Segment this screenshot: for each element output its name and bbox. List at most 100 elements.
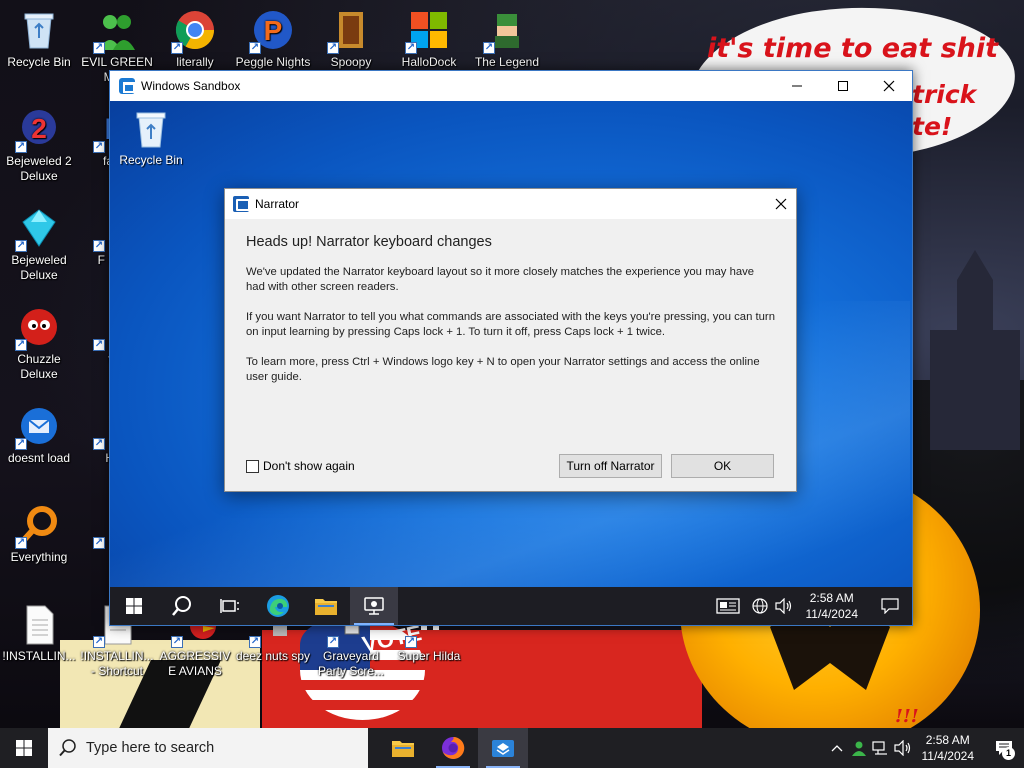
svg-text:P: P xyxy=(264,15,283,46)
start-button[interactable] xyxy=(0,728,48,768)
host-clock-time: 2:58 AM xyxy=(925,733,970,747)
icon-label: Recycle Bin xyxy=(7,55,71,69)
network-tray-button[interactable] xyxy=(870,728,892,768)
windows-sandbox-taskbar-button[interactable] xyxy=(478,728,528,768)
sandbox-edge-button[interactable] xyxy=(254,587,302,625)
icon-label: literally xyxy=(176,55,214,69)
sandbox-news-button[interactable] xyxy=(708,587,748,625)
icon-label: Everything xyxy=(10,550,68,564)
volume-tray-button[interactable] xyxy=(892,728,914,768)
sandbox-task-view-button[interactable] xyxy=(206,587,254,625)
network-icon xyxy=(871,741,887,755)
shortcut-arrow-icon: ↗ xyxy=(15,141,27,153)
shortcut-arrow-icon: ↗ xyxy=(405,42,417,54)
checkbox-box[interactable] xyxy=(246,459,259,473)
show-hidden-icons-button[interactable] xyxy=(826,728,848,768)
desktop-icon-literally[interactable]: ↗ literally xyxy=(156,8,234,70)
sandbox-notification-button[interactable] xyxy=(868,587,912,625)
chevron-up-icon xyxy=(831,745,842,752)
shortcut-arrow-icon: ↗ xyxy=(405,636,417,648)
taskbar-search-box[interactable]: Type here to search xyxy=(48,728,368,768)
volume-icon xyxy=(774,598,791,614)
dont-show-again-checkbox[interactable]: Don't show again xyxy=(246,459,355,473)
shortcut-arrow-icon: ↗ xyxy=(93,339,105,351)
desktop-icon-recycle-bin[interactable]: Recycle Bin xyxy=(0,8,78,70)
host-taskbar: Type here to search 2:58 AM 11/4/2024 1 xyxy=(0,728,1024,768)
shortcut-arrow-icon: ↗ xyxy=(15,537,27,549)
host-clock-date: 11/4/2024 xyxy=(921,749,975,763)
sandbox-system-tray: 2:58 AM 11/4/2024 xyxy=(708,587,913,625)
sandbox-volume-button[interactable] xyxy=(772,587,796,625)
spoopy-icon: ↗ xyxy=(327,8,373,54)
notification-icon xyxy=(881,598,899,614)
chrome-icon: ↗ xyxy=(171,8,217,54)
icon-label: Spoopy xyxy=(330,55,372,69)
narrator-title: Narrator xyxy=(255,197,300,211)
desktop-icon-chuzzle[interactable]: ↗ Chuzzle Deluxe xyxy=(0,305,78,382)
icon-label: The Legend xyxy=(474,55,540,69)
sandbox-file-explorer-button[interactable] xyxy=(302,587,350,625)
desktop-icon-everything[interactable]: ↗ Everything xyxy=(0,503,78,565)
volume-icon xyxy=(893,740,910,756)
icon-label: HalloDock xyxy=(401,55,457,69)
shortcut-arrow-icon: ↗ xyxy=(93,537,105,549)
narrator-titlebar[interactable]: Narrator xyxy=(225,189,796,219)
shortcut-arrow-icon: ↗ xyxy=(327,42,339,54)
sandbox-clock-time: 2:58 AM xyxy=(809,591,854,605)
maximize-button[interactable] xyxy=(820,71,866,101)
maximize-icon xyxy=(838,81,848,91)
notification-count-badge: 1 xyxy=(1002,747,1015,760)
icon-label: AGGRESSIVE AVIANS xyxy=(159,649,231,678)
close-icon xyxy=(883,80,895,92)
turn-off-narrator-button[interactable]: Turn off Narrator xyxy=(559,454,662,478)
the-legend-icon: ↗ xyxy=(483,8,529,54)
file-explorer-taskbar-button[interactable] xyxy=(378,728,428,768)
sandbox-start-button[interactable] xyxy=(110,587,158,625)
task-view-icon xyxy=(220,599,239,613)
desktop-icon-hallodock[interactable]: ↗ HalloDock xyxy=(390,8,468,70)
narrator-paragraph-1: We've updated the Narrator keyboard layo… xyxy=(246,266,755,293)
narrator-close-button[interactable] xyxy=(766,189,796,219)
shortcut-arrow-icon: ↗ xyxy=(171,42,183,54)
sandbox-narrator-taskbar-button[interactable] xyxy=(350,587,398,625)
folder-icon xyxy=(315,599,337,615)
sandbox-search-button[interactable] xyxy=(158,587,206,625)
sandbox-network-button[interactable] xyxy=(748,587,772,625)
desktop-icon-installin[interactable]: !INSTALLIN... xyxy=(0,602,78,664)
sandbox-titlebar[interactable]: Windows Sandbox xyxy=(110,71,912,101)
sandbox-title: Windows Sandbox xyxy=(141,79,241,93)
recycle-bin-icon xyxy=(17,8,61,52)
close-button[interactable] xyxy=(866,71,912,101)
user-tray-button[interactable] xyxy=(848,728,870,768)
hallodock-icon: ↗ xyxy=(405,8,451,54)
sandbox-taskbar: 2:58 AM 11/4/2024 xyxy=(110,587,912,625)
action-center-button[interactable]: 1 xyxy=(984,728,1024,768)
shortcut-arrow-icon: ↗ xyxy=(15,339,27,351)
evil-green-men-icon: ↗ xyxy=(93,8,139,54)
shortcut-arrow-icon: ↗ xyxy=(483,42,495,54)
host-clock[interactable]: 2:58 AM 11/4/2024 xyxy=(914,732,985,764)
dont-show-again-label: Don't show again xyxy=(263,459,355,473)
sandbox-recycle-bin[interactable]: Recycle Bin xyxy=(116,109,186,167)
desktop-icon-spoopy[interactable]: ↗ Spoopy xyxy=(312,8,390,70)
desktop-icon-the-legend[interactable]: ↗ The Legend xyxy=(468,8,546,70)
firefox-taskbar-button[interactable] xyxy=(428,728,478,768)
icon-label: Graveyard Party Scre... xyxy=(317,649,385,678)
sandbox-clock[interactable]: 2:58 AM 11/4/2024 xyxy=(796,590,869,622)
firefox-icon xyxy=(442,736,465,759)
user-icon xyxy=(851,741,866,756)
minimize-button[interactable] xyxy=(774,71,820,101)
desktop-icon-bejeweled-2[interactable]: 2 ↗ Bejeweled 2 Deluxe xyxy=(0,107,78,184)
narrator-dialog[interactable]: Narrator Heads up! Narrator keyboard cha… xyxy=(224,188,797,492)
desktop-icon-peggle-nights[interactable]: P ↗ Peggle Nights xyxy=(234,8,312,70)
desktop-icon-bejeweled[interactable]: ↗ Bejeweled Deluxe xyxy=(0,206,78,283)
narrator-paragraph-3: To learn more, press Ctrl + Windows logo… xyxy=(246,356,760,383)
ok-button[interactable]: OK xyxy=(671,454,774,478)
svg-text:2: 2 xyxy=(31,113,47,144)
icon-label: !INSTALLIN... - Shortcut xyxy=(80,649,154,678)
speech-bubble-line-1: it's time to eat shit xyxy=(707,33,999,64)
bejeweled-icon: ↗ xyxy=(15,206,61,252)
host-system-tray: 2:58 AM 11/4/2024 1 xyxy=(826,728,1024,768)
desktop-icon-thunderbird[interactable]: ↗ doesnt load xyxy=(0,404,78,466)
narrator-paragraph-2: If you want Narrator to tell you what co… xyxy=(246,311,775,338)
